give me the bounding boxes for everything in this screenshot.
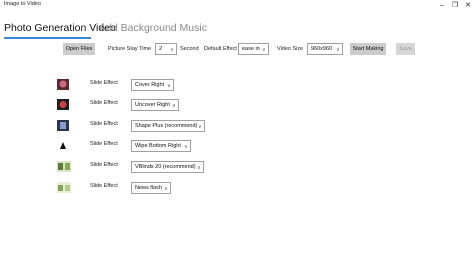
window-title: Image to Video	[4, 1, 41, 7]
slide-effect-label: Slide Effect	[90, 162, 118, 168]
chevron-down-icon: ∨	[336, 47, 340, 53]
slide-effect-select[interactable]: Wipe Bottom Right ∨	[131, 140, 191, 152]
slide-effect-value: Wipe Bottom Right	[135, 143, 181, 149]
slide-effect-value: VBlinds 20 (recommend)	[135, 164, 196, 170]
default-effect-label: Default Effect	[204, 46, 237, 52]
stay-time-select[interactable]: 2 ∨	[155, 43, 177, 55]
active-tab-indicator	[4, 37, 91, 39]
slide-effect-value: Cover Right	[135, 82, 165, 88]
slide-effect-label: Slide Effect	[90, 141, 118, 147]
video-size-select[interactable]: 960x960 ∨	[307, 43, 343, 55]
slide-effect-label: Slide Effect	[90, 183, 118, 189]
chevron-down-icon: ∨	[198, 124, 202, 130]
tab-add-background-music[interactable]: Add Background Music	[99, 22, 207, 34]
slide-effect-value: News flash	[135, 185, 162, 191]
photo-thumbnail	[57, 140, 69, 151]
slide-effect-label: Slide Effect	[90, 100, 118, 106]
photo-thumbnail	[57, 161, 71, 172]
default-effect-select[interactable]: ease in ∨	[238, 43, 269, 55]
photo-thumbnail	[57, 79, 69, 90]
second-label: Second	[180, 46, 199, 52]
restore-icon[interactable]: ❐	[448, 0, 462, 12]
list-item: Slide Effect VBlinds 20 (recommend) ∨	[0, 160, 475, 176]
photo-thumbnail	[57, 99, 69, 110]
chevron-down-icon: ∨	[167, 83, 171, 89]
list-item: Slide Effect News flash ∨	[0, 181, 475, 197]
slide-effect-label: Slide Effect	[90, 121, 118, 127]
chevron-down-icon: ∨	[184, 144, 188, 150]
slide-effect-select[interactable]: News flash ∨	[131, 182, 171, 194]
slide-effect-select[interactable]: Cover Right ∨	[131, 79, 174, 91]
chevron-down-icon: ∨	[170, 47, 174, 53]
video-size-label: Video Size	[277, 46, 304, 52]
video-size-value: 960x960	[311, 46, 333, 52]
list-item: Slide Effect Uncover Right ∨	[0, 98, 475, 114]
slide-effect-select[interactable]: Uncover Right ∨	[131, 99, 179, 111]
slide-effect-value: Shape Plus (recommend)	[135, 123, 198, 129]
slide-effect-select[interactable]: Shape Plus (recommend) ∨	[131, 120, 205, 132]
slide-effect-value: Uncover Right	[135, 102, 170, 108]
slide-effect-label: Slide Effect	[90, 80, 118, 86]
minimize-icon[interactable]: –	[435, 0, 449, 12]
list-item: Slide Effect Shape Plus (recommend) ∨	[0, 119, 475, 135]
open-files-button[interactable]: Open Files	[63, 43, 95, 55]
chevron-down-icon: ∨	[172, 103, 176, 109]
default-effect-value: ease in	[242, 46, 260, 52]
start-making-button[interactable]: Start Making	[350, 43, 386, 55]
close-icon[interactable]: ✕	[461, 0, 475, 12]
list-item: Slide Effect Cover Right ∨	[0, 78, 475, 94]
picture-stay-time-label: Picture Stay Time	[108, 46, 152, 52]
title-bar: Image to Video – ❐ ✕	[0, 0, 475, 12]
photo-thumbnail	[57, 120, 69, 131]
photo-thumbnail	[57, 182, 71, 193]
chevron-down-icon: ∨	[197, 165, 201, 171]
chevron-down-icon: ∨	[262, 47, 266, 53]
slide-effect-select[interactable]: VBlinds 20 (recommend) ∨	[131, 161, 204, 173]
chevron-down-icon: ∨	[164, 186, 168, 192]
stay-time-value: 2	[159, 46, 163, 52]
list-item: Slide Effect Wipe Bottom Right ∨	[0, 139, 475, 155]
save-button[interactable]: Save	[396, 43, 415, 55]
